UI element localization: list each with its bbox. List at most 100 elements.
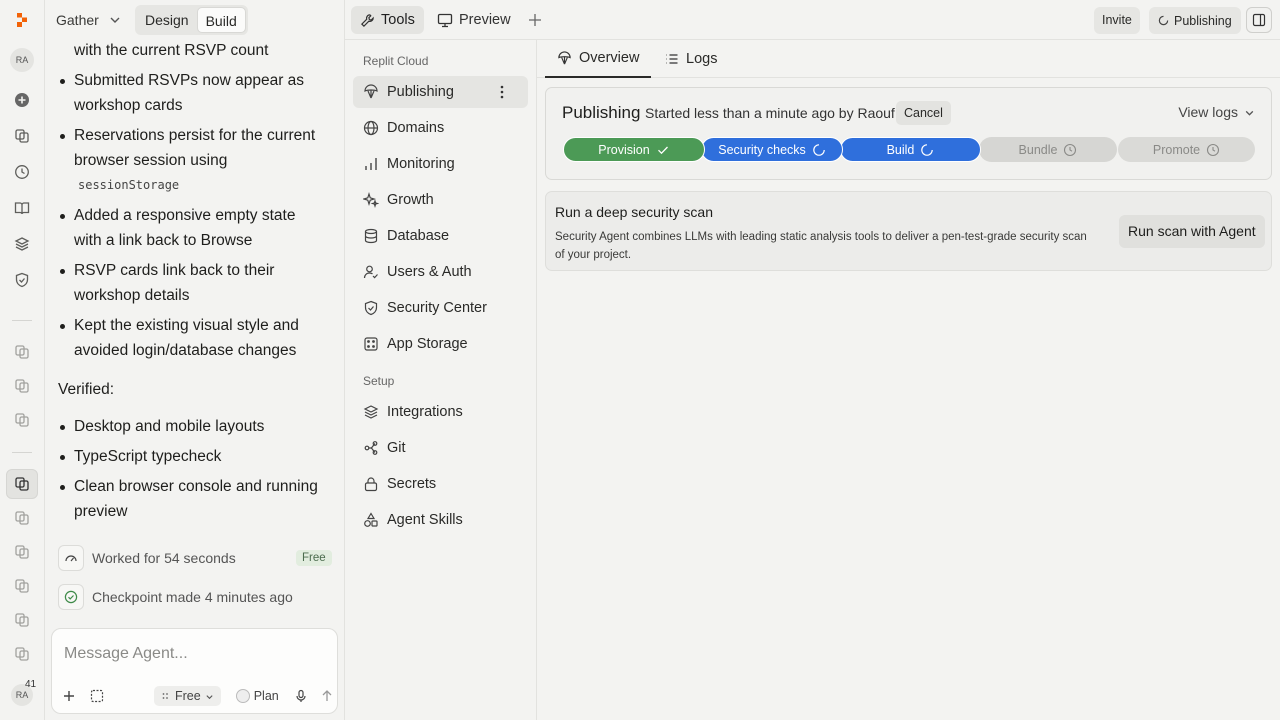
sidebar-item-security-center[interactable]: Security Center: [353, 292, 528, 324]
toggle-icon: [235, 689, 250, 703]
tab-logs[interactable]: Logs: [665, 40, 717, 78]
files-icon[interactable]: [11, 643, 33, 665]
gauge-icon: [58, 545, 84, 571]
files-icon[interactable]: [11, 125, 33, 147]
publishing-status-card: Publishing Started less than a minute ag…: [545, 87, 1272, 180]
files-icon[interactable]: [11, 341, 33, 363]
sidebar-item-monitoring[interactable]: Monitoring: [353, 148, 528, 180]
history-icon[interactable]: [11, 161, 33, 183]
list-item-text: Desktop and mobile layouts: [74, 418, 265, 435]
rail-divider: [12, 320, 32, 321]
stage-label: Promote: [1152, 142, 1201, 157]
toggle-panel-button[interactable]: [1246, 7, 1272, 33]
stage-label: Bundle: [1018, 142, 1058, 157]
microphone-icon[interactable]: [294, 689, 308, 703]
plus-icon[interactable]: [62, 689, 76, 703]
shield-icon[interactable]: [11, 269, 33, 291]
run-scan-button[interactable]: Run scan with Agent: [1119, 215, 1265, 248]
layers-icon: [363, 405, 379, 419]
preview-tab-label: Preview: [459, 12, 511, 28]
select-region-icon[interactable]: [90, 689, 104, 703]
more-vertical-icon[interactable]: [494, 84, 510, 100]
user-check-icon: [363, 265, 378, 279]
build-mode-button[interactable]: Build: [196, 7, 246, 33]
tools-tab-label: Tools: [381, 12, 415, 28]
spinner-icon: [813, 143, 825, 156]
clock-icon: [1064, 143, 1077, 156]
sidebar-item-git[interactable]: Git: [353, 432, 528, 464]
files-icon[interactable]: [11, 473, 33, 495]
stage-provision: Provision: [563, 137, 705, 162]
send-arrow-icon[interactable]: [320, 689, 334, 703]
sidebar-item-label: Git: [387, 440, 406, 456]
files-icon[interactable]: [11, 507, 33, 529]
overview-tab-label: Overview: [579, 50, 640, 66]
sidebar-item-database[interactable]: Database: [353, 220, 528, 252]
files-icon[interactable]: [11, 541, 33, 563]
view-logs-button[interactable]: View logs: [1178, 104, 1255, 120]
chevron-down-icon[interactable]: [108, 13, 122, 27]
tab-preview[interactable]: Preview: [437, 6, 511, 34]
message-composer: Message Agent... Free Plan: [51, 628, 338, 714]
cancel-button[interactable]: Cancel: [896, 101, 951, 125]
list-item: TypeScript typecheck: [58, 444, 338, 469]
plan-label: Plan: [253, 689, 279, 703]
publishing-button-label: Publishing: [1174, 13, 1232, 28]
project-name[interactable]: Gather: [56, 12, 99, 28]
files-icon[interactable]: [11, 575, 33, 597]
sidebar-item-growth[interactable]: Growth: [353, 184, 528, 216]
spinner-icon: [921, 143, 934, 156]
model-selector[interactable]: Free: [154, 686, 221, 706]
avatar[interactable]: RA: [10, 48, 34, 72]
tab-overview[interactable]: Overview: [545, 40, 652, 78]
checkpoint-row[interactable]: Checkpoint made 4 minutes ago: [58, 584, 293, 610]
sidebar-item-label: Agent Skills: [387, 512, 463, 528]
list-item: RSVP cards link back to their workshop de…: [58, 258, 338, 308]
message-input[interactable]: Message Agent...: [64, 645, 188, 663]
chevron-down-icon: [1245, 110, 1254, 116]
sidebar-item-label: Security Center: [387, 300, 487, 316]
sidebar-item-domains[interactable]: Domains: [353, 112, 528, 144]
sidebar-item-secrets[interactable]: Secrets: [353, 468, 528, 500]
design-mode-button[interactable]: Design: [137, 7, 197, 33]
publish-globe-icon: [364, 84, 378, 99]
replit-logo-icon[interactable]: [11, 9, 33, 31]
storage-icon: [364, 337, 378, 351]
tab-tools[interactable]: Tools: [351, 6, 424, 34]
files-icon[interactable]: [11, 409, 33, 431]
logs-tab-label: Logs: [686, 51, 718, 67]
chevron-down-icon: [206, 694, 213, 699]
clock-icon: [1207, 143, 1220, 156]
add-circle-icon[interactable]: [11, 89, 33, 111]
list-item: Submitted RSVPs now appear as workshop ca…: [58, 68, 338, 118]
view-logs-label: View logs: [1178, 104, 1238, 120]
publishing-button[interactable]: Publishing: [1149, 7, 1241, 34]
section-replit-cloud: Replit Cloud: [363, 54, 429, 68]
sidebar-item-agent-skills[interactable]: Agent Skills: [353, 504, 528, 536]
sidebar-item-integrations[interactable]: Integrations: [353, 396, 528, 428]
stage-security-checks: Security checks: [701, 137, 843, 162]
shield-check-icon: [364, 300, 378, 316]
list-item: Reservations persist for the current brow…: [58, 123, 338, 198]
list-item-text: browser session using: [74, 152, 228, 169]
grip-icon: [162, 693, 168, 699]
sidebar-item-label: Monitoring: [387, 156, 455, 172]
mode-toggle: Design Build: [135, 5, 248, 35]
book-icon[interactable]: [11, 197, 33, 219]
new-tab-plus-icon[interactable]: [526, 11, 544, 29]
invite-button[interactable]: Invite: [1094, 7, 1140, 34]
sidebar-item-users-auth[interactable]: Users & Auth: [353, 256, 528, 288]
layers-icon[interactable]: [11, 233, 33, 255]
tools-sidebar: Replit Cloud Publishing Domains Monitori…: [345, 40, 537, 720]
sidebar-item-publishing[interactable]: Publishing: [353, 76, 528, 108]
plan-toggle[interactable]: Plan: [229, 686, 286, 706]
list-item: Kept the existing visual style and avoide…: [58, 313, 338, 363]
section-setup: Setup: [363, 374, 395, 388]
files-icon[interactable]: [11, 609, 33, 631]
sidebar-item-label: Growth: [387, 192, 434, 208]
sidebar-item-app-storage[interactable]: App Storage: [353, 328, 528, 360]
chat-header: Gather Design Build: [45, 0, 345, 40]
files-icon[interactable]: [11, 375, 33, 397]
sidebar-item-label: App Storage: [387, 336, 468, 352]
sidebar-item-label: Users & Auth: [387, 264, 472, 280]
